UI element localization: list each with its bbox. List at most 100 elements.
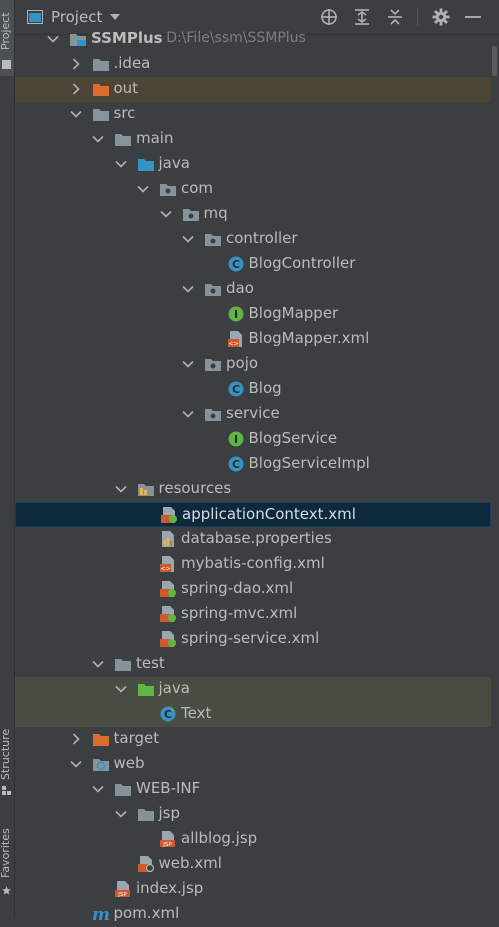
chevron-down-icon[interactable] [182,358,194,370]
chevron-down-icon[interactable] [47,33,59,45]
jsp-file-icon: JSP [114,881,132,898]
tree-row[interactable]: JSP allblog.jsp [15,827,491,852]
svg-text:JSP: JSP [162,842,172,848]
settings-button[interactable] [431,7,451,27]
chevron-down-icon[interactable] [114,158,127,170]
tree-item-label: test [136,654,165,672]
tree-row[interactable]: spring-mvc.xml [15,602,491,627]
tree-row[interactable]: resources [15,477,491,502]
structure-side-tab-label[interactable]: Structure [0,729,12,780]
tree-row[interactable]: com [15,177,491,202]
tree-item-label: BlogService [248,429,338,447]
chevron-down-icon[interactable] [69,108,82,120]
chevron-down-icon[interactable] [182,233,194,245]
tree-item-label: java [158,679,190,697]
tree-item-label: WEB-INF [136,779,201,797]
collapse-all-button[interactable] [385,7,405,27]
tree-row[interactable]: I BlogService [15,427,491,452]
tree-row[interactable]: C Blog [15,377,491,402]
tree-row[interactable]: dao [15,277,491,302]
chevron-down-icon[interactable] [182,408,194,420]
tree-row[interactable]: spring-dao.xml [15,577,491,602]
tree-row[interactable]: service [15,402,491,427]
tree-item-label: web [113,754,145,772]
tree-row[interactable]: src [15,102,491,127]
tree-item-label: java [158,154,190,172]
chevron-down-icon[interactable] [159,208,172,220]
tree-scrollbar[interactable] [492,46,497,76]
tree-item-label: pom.xml [113,904,180,922]
tree-row[interactable]: <> BlogMapper.xml [15,327,491,352]
tree-row[interactable]: WEB-INF [15,777,491,802]
package-icon [204,281,222,297]
expand-all-button[interactable] [352,7,372,27]
tree-item-label: src [113,104,136,122]
tree-row[interactable]: I BlogMapper [15,302,491,327]
spring-xml-icon [160,507,178,523]
tree-row[interactable]: JSP index.jsp [15,877,491,902]
locate-button[interactable] [319,7,339,27]
tree-row[interactable]: out [15,77,491,102]
chevron-right-icon[interactable] [70,58,82,70]
tree-row[interactable]: applicationContext.xml [15,502,491,527]
tree-row[interactable]: m pom.xml [15,902,491,927]
tree-row[interactable]: test [15,652,491,677]
test-class-icon: C [159,706,177,722]
chevron-down-icon[interactable] [69,758,82,770]
tree-row[interactable]: spring-service.xml [15,627,491,652]
chevron-down-icon[interactable] [114,683,127,695]
chevron-right-icon[interactable] [70,83,82,95]
tree-row[interactable]: database.properties [15,527,491,552]
tree-row[interactable]: java [15,677,491,702]
project-side-tab-label[interactable]: Project [0,12,12,50]
chevron-right-icon[interactable] [70,733,82,745]
favorites-side-tab-label[interactable]: Favorites [0,828,12,878]
tree-item-label: com [181,179,214,197]
tree-row[interactable]: target [15,727,491,752]
chevron-down-icon[interactable] [92,133,104,145]
tree-row[interactable]: controller [15,227,491,252]
tree-item-label: dao [226,279,254,297]
left-tool-strip: Project Structure Favorites [0,0,15,918]
tree-item-label: out [113,79,139,97]
tree-row[interactable]: jsp [15,802,491,827]
project-view-selector[interactable]: Project [27,8,121,26]
tree-item-label: spring-mvc.xml [181,604,298,622]
tree-row[interactable]: SSMPlus D:\File\ssm\SSMPlus [15,27,491,52]
tree-item-label: applicationContext.xml [182,505,356,523]
chevron-down-icon[interactable] [92,783,104,795]
tree-row[interactable]: java [15,152,491,177]
tree-row[interactable]: <> mybatis-config.xml [15,552,491,577]
tree-item-label: BlogMapper [248,304,339,322]
gear-icon [432,8,450,26]
folder-icon [137,806,155,822]
tree-row[interactable]: .idea [15,52,491,77]
panel-title: Project [51,8,103,26]
folder-icon [92,106,110,122]
tree-row[interactable]: pojo [15,352,491,377]
chevron-down-icon[interactable] [137,183,149,195]
tree-row[interactable]: web.xml [15,852,491,877]
tree-row[interactable]: web [15,752,491,777]
tree-item-label: main [136,129,174,147]
xml-file-icon: <> [159,556,177,573]
class-icon: C [227,381,245,397]
chevron-down-icon[interactable] [114,808,127,820]
chevron-down-icon[interactable] [114,483,127,495]
tree-row[interactable]: C BlogController [15,252,491,277]
module-path: D:\File\ssm\SSMPlus [166,30,306,46]
tree-row[interactable]: mq [15,202,491,227]
spring-xml-icon [159,631,177,647]
svg-text:C: C [231,458,239,471]
locate-icon [321,9,337,25]
svg-text:<>: <> [228,341,238,348]
package-icon [204,231,222,247]
chevron-down-icon[interactable] [182,283,194,295]
tree-row[interactable]: C BlogServiceImpl [15,452,491,477]
svg-text:I: I [233,433,237,446]
tree-row[interactable]: C Text [15,702,491,727]
chevron-down-icon[interactable] [92,658,104,670]
minimize-icon[interactable] [465,16,481,18]
tree-row[interactable]: main [15,127,491,152]
maven-icon: m [92,906,110,922]
